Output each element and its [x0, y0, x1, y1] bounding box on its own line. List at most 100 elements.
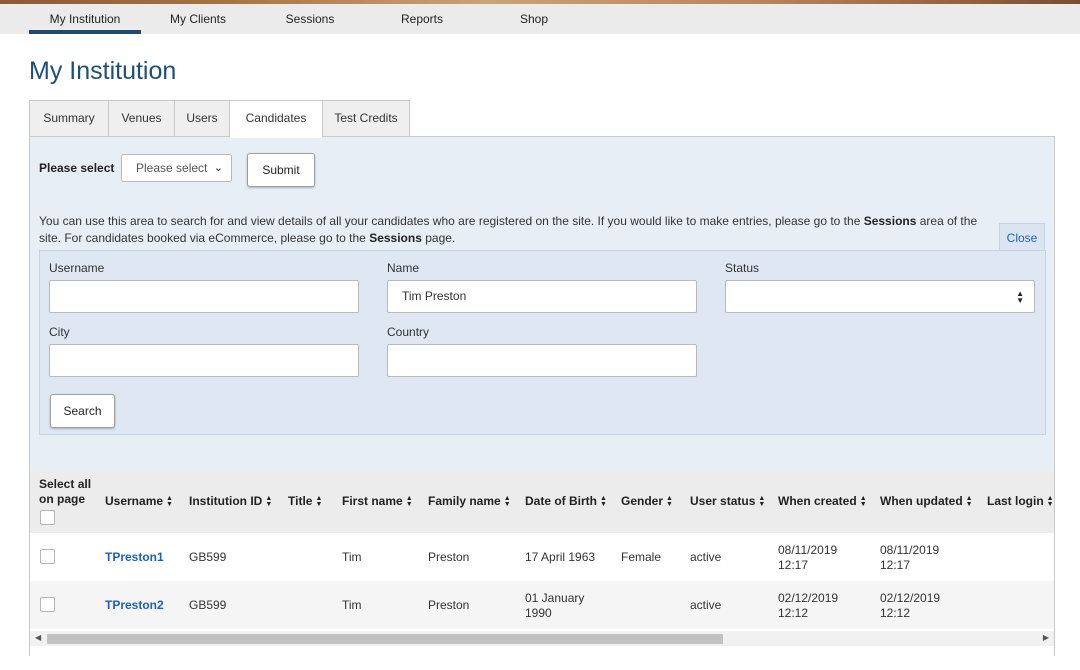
sort-icon: ▲ ▼ — [265, 494, 273, 508]
header-when-updated[interactable]: When updated ▲ ▼ — [880, 494, 973, 508]
dob-line: 17 April 1963 — [525, 550, 596, 564]
sort-icon: ▲ ▼ — [1046, 494, 1054, 508]
when-created-cell: 08/11/2019 12:17 — [778, 543, 837, 573]
tab-venues[interactable]: Venues — [108, 100, 175, 137]
header-label: User status — [690, 494, 756, 508]
country-input[interactable] — [387, 344, 697, 377]
info-sessions-bold: Sessions — [369, 231, 422, 245]
header-title[interactable]: Title ▲ ▼ — [288, 494, 322, 508]
header-label: Institution ID — [189, 494, 263, 508]
panel-top-area: Please select Please select ⌄ Submit You… — [30, 137, 1054, 471]
name-input[interactable]: Tim Preston — [387, 280, 697, 313]
tab-test-credits[interactable]: Test Credits — [322, 100, 410, 137]
select-all-checkbox[interactable] — [40, 510, 55, 525]
created-time: 12:12 — [778, 606, 809, 620]
updated-time: 12:17 — [880, 558, 911, 572]
updated-time: 12:12 — [880, 606, 911, 620]
status-select[interactable]: ▲ ▼ — [725, 280, 1035, 313]
created-time: 12:17 — [778, 558, 809, 572]
sort-icon: ▲ ▼ — [405, 494, 413, 508]
row-checkbox[interactable] — [40, 549, 55, 564]
updated-date: 08/11/2019 — [880, 543, 940, 557]
sort-icon: ▲ ▼ — [600, 494, 607, 508]
country-label: Country — [387, 325, 430, 339]
scroll-left-icon[interactable]: ◀ — [35, 633, 41, 642]
info-text-part: You can use this area to search for and … — [39, 214, 864, 228]
submit-button[interactable]: Submit — [247, 153, 315, 187]
city-label: City — [49, 325, 70, 339]
username-link[interactable]: TPreston2 — [105, 598, 164, 613]
user-status-cell: active — [690, 550, 722, 564]
chevron-down-icon: ⌄ — [213, 162, 223, 174]
search-button[interactable]: Search — [50, 394, 115, 428]
header-date-of-birth[interactable]: Date of Birth ▲ ▼ — [525, 494, 607, 508]
scroll-right-icon[interactable]: ▶ — [1043, 633, 1049, 642]
created-date: 08/11/2019 — [778, 543, 838, 557]
candidates-panel: Please select Please select ⌄ Submit You… — [29, 136, 1055, 656]
tab-users[interactable]: Users — [174, 100, 230, 137]
family-name-cell: Preston — [428, 550, 470, 564]
header-label: Title — [288, 494, 313, 508]
nav-shop[interactable]: Shop — [484, 4, 584, 34]
dropdown-value: Please select — [136, 161, 208, 175]
nav-my-institution[interactable]: My Institution — [29, 4, 141, 34]
tab-summary[interactable]: Summary — [29, 100, 109, 137]
sort-icon: ▲ ▼ — [666, 494, 673, 508]
row-checkbox[interactable] — [40, 597, 55, 612]
updated-date: 02/12/2019 — [880, 591, 941, 605]
created-date: 02/12/2019 — [778, 591, 839, 605]
sort-icon: ▲ ▼ — [166, 494, 173, 508]
scrollbar-thumb[interactable] — [47, 634, 723, 644]
when-updated-cell: 08/11/2019 12:17 — [880, 543, 939, 573]
select-all-label-line: on page — [39, 492, 86, 506]
city-input[interactable] — [49, 344, 359, 377]
header-label: When created — [778, 494, 857, 508]
sort-icon: ▲ ▼ — [315, 494, 323, 508]
nav-sessions[interactable]: Sessions — [260, 4, 360, 34]
status-label: Status — [725, 261, 760, 275]
institution-id-cell: GB599 — [189, 598, 227, 612]
header-user-status[interactable]: User status ▲ ▼ — [690, 494, 765, 508]
please-select-dropdown[interactable]: Please select ⌄ — [121, 154, 232, 182]
header-label: Gender — [621, 494, 664, 508]
candidates-table: Select all on page Username ▲ ▼ Institutio… — [30, 471, 1054, 656]
header-label: Family name — [428, 494, 501, 508]
horizontal-scrollbar[interactable]: ◀ ▶ — [30, 631, 1054, 646]
name-label: Name — [387, 261, 420, 275]
header-family-name[interactable]: Family name ▲ ▼ — [428, 494, 511, 508]
username-input[interactable] — [49, 280, 359, 313]
first-name-cell: Tim — [342, 598, 362, 612]
page-title: My Institution — [29, 57, 177, 85]
close-button[interactable]: Close — [999, 223, 1045, 251]
nav-reports[interactable]: Reports — [372, 4, 472, 34]
header-gender[interactable]: Gender ▲ ▼ — [621, 494, 673, 508]
select-all-label-line: Select all — [39, 477, 92, 491]
header-username[interactable]: Username ▲ ▼ — [105, 494, 173, 508]
info-text-part: page. — [421, 231, 456, 245]
table-row: TPreston2 GB599 Tim Preston 01 January 19… — [30, 581, 1054, 629]
sort-icon: ▲ ▼ — [503, 494, 511, 508]
header-first-name[interactable]: First name ▲ ▼ — [342, 494, 413, 508]
dob-line: 01 January — [525, 591, 585, 605]
institution-id-cell: GB599 — [189, 550, 227, 564]
updown-arrows-icon: ▲ ▼ — [1016, 289, 1024, 305]
table-header: Select all on page Username ▲ ▼ Institutio… — [30, 471, 1054, 533]
header-last-login[interactable]: Last login ▲ ▼ — [987, 494, 1054, 508]
sort-icon: ▲ ▼ — [859, 494, 867, 508]
nav-my-clients[interactable]: My Clients — [148, 4, 248, 34]
dob-line: 1990 — [525, 606, 552, 620]
dob-cell: 01 January 1990 — [525, 591, 584, 621]
select-all-label: Select all on page — [39, 477, 91, 507]
dob-cell: 17 April 1963 — [525, 550, 595, 565]
header-institution-id[interactable]: Institution ID ▲ ▼ — [189, 494, 272, 508]
info-sessions-bold: Sessions — [863, 214, 917, 228]
header-when-created[interactable]: When created ▲ ▼ — [778, 494, 867, 508]
header-label: First name — [342, 494, 403, 508]
sort-icon: ▲ ▼ — [965, 494, 973, 508]
search-form: Username Name Tim Preston Status ▲ ▼ City… — [39, 250, 1046, 435]
tab-candidates[interactable]: Candidates — [229, 100, 323, 138]
username-link[interactable]: TPreston1 — [105, 550, 164, 565]
top-navigation: My Institution My Clients Sessions Repor… — [0, 4, 1080, 34]
header-label: Username — [105, 494, 164, 508]
user-status-cell: active — [690, 598, 722, 612]
